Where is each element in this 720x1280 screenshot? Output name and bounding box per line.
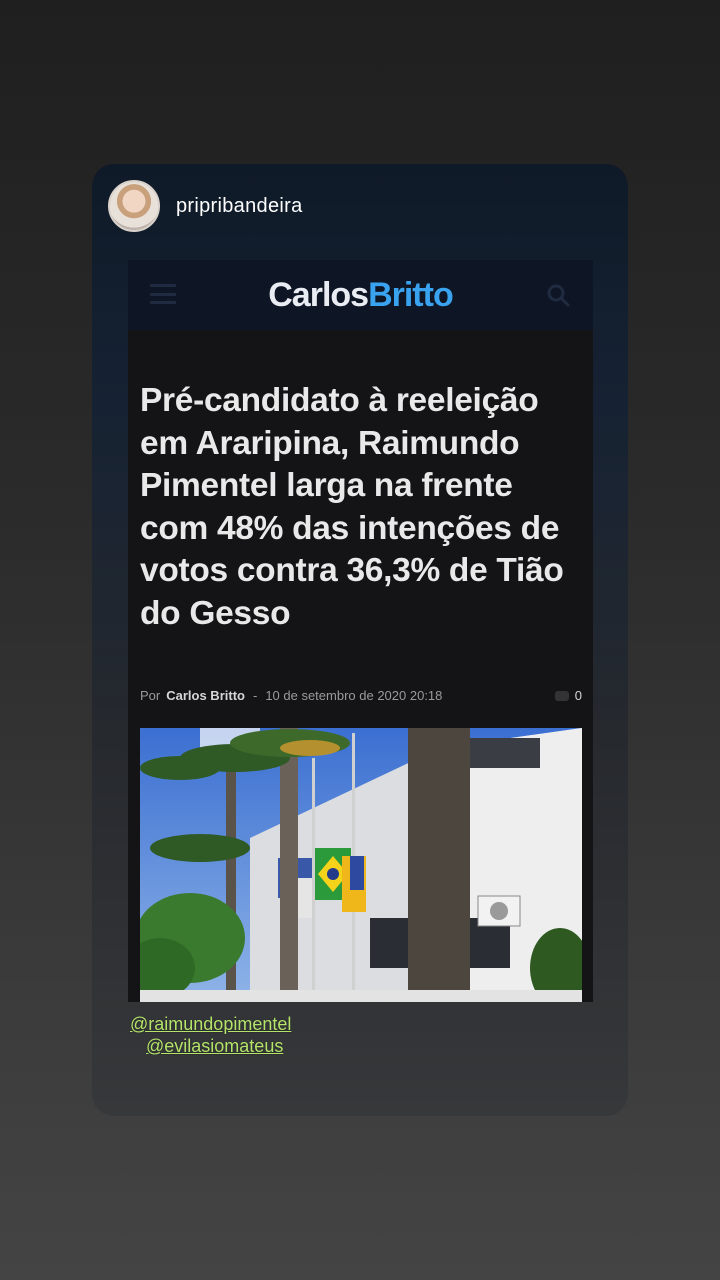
- article-photo: [140, 728, 582, 1002]
- article-headline: Pré-candidato à reeleição em Araripina, …: [140, 382, 564, 632]
- site-logo: CarlosBritto: [268, 275, 454, 315]
- byline-prefix: Por: [140, 688, 161, 703]
- article-screenshot: CarlosBritto Pré-candidato à reeleição e…: [128, 260, 593, 1002]
- username[interactable]: pripribandeira: [176, 195, 303, 218]
- menu-icon: [150, 284, 176, 304]
- logo-part-2: Britto: [368, 275, 454, 314]
- story-card[interactable]: pripribandeira CarlosBritto Pré-candidat…: [92, 164, 628, 1116]
- story-header: pripribandeira: [108, 180, 303, 232]
- author-name: Carlos Britto: [166, 688, 245, 703]
- mention-raimundopimentel[interactable]: @raimundopimentel: [130, 1014, 291, 1035]
- avatar[interactable]: [108, 180, 160, 232]
- comment-count-value: 0: [574, 688, 582, 703]
- publish-date: 10 de setembro de 2020 20:18: [265, 688, 443, 703]
- logo-part-1: Carlos: [268, 275, 369, 314]
- comment-icon: [554, 690, 569, 701]
- comment-count: 0: [554, 688, 582, 703]
- mention-evilasiomateus[interactable]: @evilasiomateus: [146, 1036, 283, 1057]
- search-icon: [547, 284, 570, 307]
- site-header: CarlosBritto: [128, 260, 593, 330]
- byline-separator: -: [252, 688, 258, 703]
- byline: Por Carlos Britto - 10 de setembro de 20…: [140, 688, 582, 703]
